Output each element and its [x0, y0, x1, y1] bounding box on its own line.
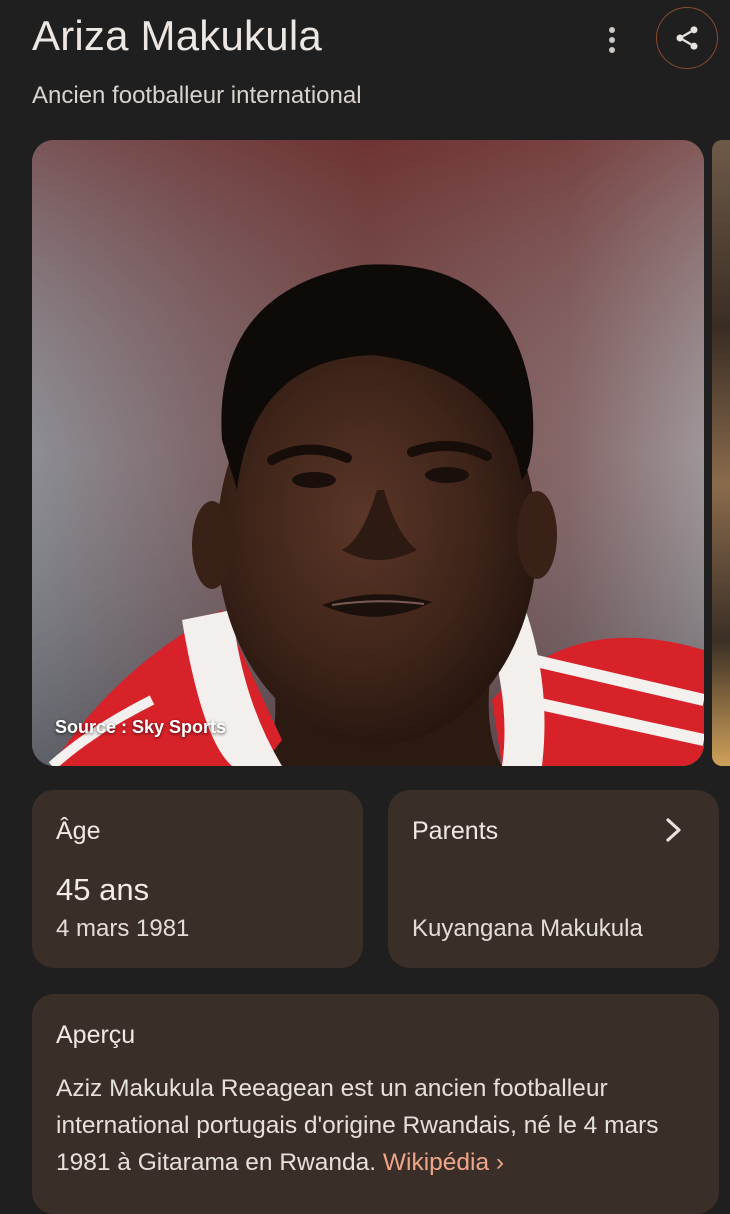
age-card: Âge 45 ans 4 mars 1981: [32, 790, 363, 968]
overview-text: Aziz Makukula Reeagean est un ancien foo…: [56, 1070, 696, 1181]
image-source-caption: Source : Sky Sports: [55, 717, 227, 737]
next-photo-thumbnail[interactable]: [712, 140, 730, 766]
chevron-right-icon: [660, 816, 688, 844]
wikipedia-link[interactable]: Wikipédia ›: [383, 1149, 504, 1176]
birth-date: 4 mars 1981: [56, 915, 190, 942]
share-icon: [676, 26, 698, 50]
parents-label: Parents: [412, 817, 499, 845]
parents-value: Kuyangana Makukula: [412, 915, 643, 942]
player-portrait-image: [32, 140, 704, 766]
overview-card: Aperçu Aziz Makukula Reeagean est un anc…: [32, 994, 719, 1214]
page-subtitle: Ancien footballeur international: [32, 82, 362, 109]
share-button[interactable]: [656, 7, 718, 69]
wikipedia-link-label: Wikipédia: [382, 1149, 490, 1176]
more-options-button[interactable]: [594, 22, 630, 58]
overview-body: Aziz Makukula Reeagean est un ancien foo…: [56, 1075, 659, 1176]
overview-label: Aperçu: [56, 1021, 136, 1049]
age-label: Âge: [56, 817, 101, 845]
parents-card[interactable]: Parents Kuyangana Makukula: [388, 790, 719, 968]
profile-photo[interactable]: Source : Sky Sports: [32, 140, 704, 766]
age-value: 45 ans: [56, 872, 150, 907]
more-vert-icon: [609, 27, 615, 53]
wikipedia-chevron-icon: ›: [495, 1149, 505, 1176]
page-title: Ariza Makukula: [32, 12, 322, 59]
